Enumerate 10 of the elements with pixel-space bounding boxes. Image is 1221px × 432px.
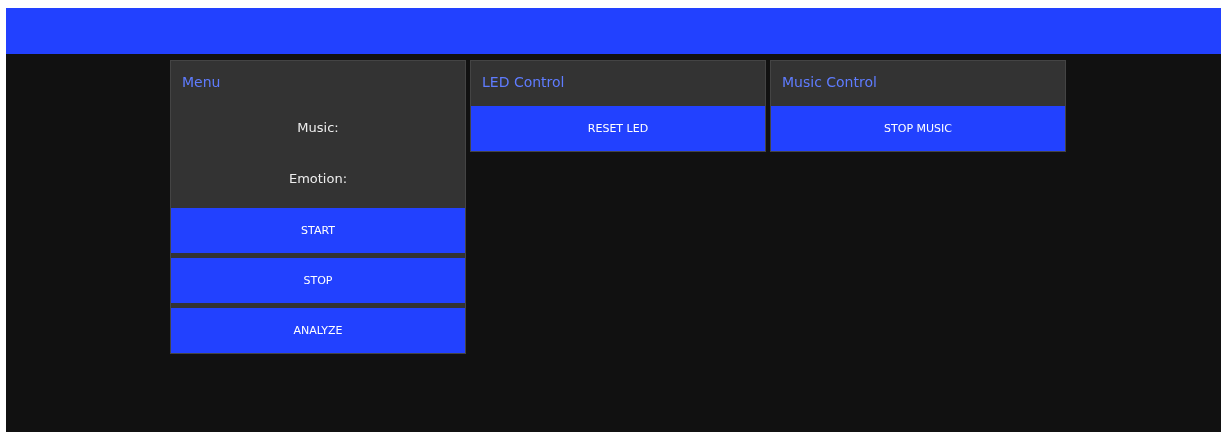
action-button[interactable]: START	[171, 208, 465, 253]
action-button[interactable]: RESET LED	[471, 106, 765, 151]
status-label: Music:	[296, 119, 340, 137]
panel-title: LED Control	[481, 73, 566, 92]
action-button[interactable]: STOP MUSIC	[771, 106, 1065, 151]
action-button[interactable]: ANALYZE	[171, 308, 465, 353]
panel-title: Menu	[181, 73, 222, 92]
panel-title: Music Control	[781, 73, 878, 92]
status-label: Emotion:	[287, 170, 349, 188]
action-button[interactable]: STOP	[171, 258, 465, 303]
